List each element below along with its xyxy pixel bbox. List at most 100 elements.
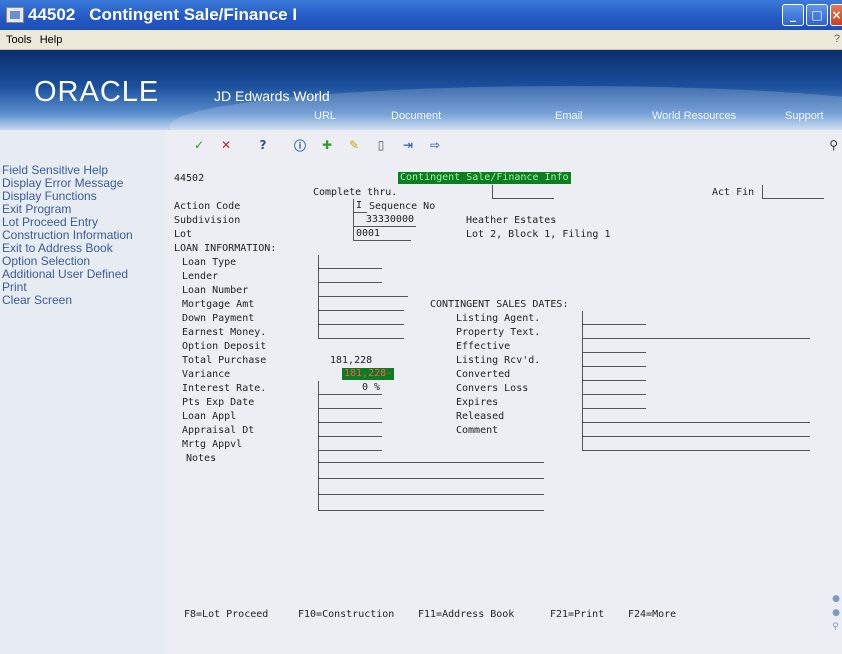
earnest-money-field[interactable]	[318, 325, 404, 339]
menu-print[interactable]: Print	[0, 281, 166, 294]
notes-field-1[interactable]	[318, 437, 544, 463]
lot-label: Lot	[174, 229, 193, 240]
action-code-label: Action Code	[174, 201, 241, 212]
interest-rate-label: Interest Rate.	[182, 383, 267, 394]
menu-clear-screen[interactable]: Clear Screen	[0, 294, 166, 307]
menu-help[interactable]: Help	[40, 34, 63, 46]
minimize-button[interactable]: _	[782, 4, 804, 26]
converted-field[interactable]	[582, 367, 646, 381]
cancel-x-icon[interactable]: ✕	[219, 138, 233, 152]
complete-thru-field[interactable]	[492, 185, 554, 199]
released-field[interactable]	[582, 409, 810, 423]
mrtg-appvl-label: Mrtg Appvl	[182, 439, 243, 450]
lot-field[interactable]: 0001	[353, 227, 411, 241]
listing-rcvd-field[interactable]	[582, 353, 646, 367]
fkey-f21[interactable]: F21=Print	[550, 609, 604, 621]
loan-info-heading: LOAN INFORMATION:	[174, 243, 277, 254]
link-url[interactable]: URL	[314, 110, 336, 122]
effective-field[interactable]	[582, 339, 646, 353]
total-purchase-label: Total Purchase	[182, 355, 267, 366]
menu-exit-address-book[interactable]: Exit to Address Book	[0, 242, 166, 255]
menu-option-selection[interactable]: Option Selection	[0, 255, 166, 268]
menu-additional-user-defined[interactable]: Additional User Defined	[0, 268, 166, 281]
down-payment-label: Down Payment	[182, 313, 255, 324]
main-form-area: ✓ ✕ ? ⓘ ✚ ✎ ▯ ⇥ ⇨ ⚲ 44502 Contingent Sal…	[166, 130, 842, 654]
side-icon-strip: ● ● ⚲	[832, 594, 840, 632]
fkey-f10[interactable]: F10=Construction	[298, 609, 394, 621]
expires-field[interactable]	[582, 395, 646, 409]
comment-field-1[interactable]	[582, 423, 810, 437]
option-deposit-label: Option Deposit	[182, 341, 267, 352]
menu-exit-program[interactable]: Exit Program	[0, 203, 166, 216]
mortgage-amt-field[interactable]	[318, 297, 404, 311]
delete-trash-icon[interactable]: ▯	[374, 138, 388, 152]
property-text-label: Property Text.	[456, 327, 541, 338]
mortgage-amt-label: Mortgage Amt	[182, 299, 255, 310]
loan-number-label: Loan Number	[182, 285, 249, 296]
convers-loss-label: Convers Loss	[456, 383, 529, 394]
info-icon[interactable]: ⓘ	[293, 138, 307, 153]
lender-field[interactable]	[318, 269, 382, 283]
menu-lot-proceed-entry[interactable]: Lot Proceed Entry	[0, 216, 166, 229]
converted-label: Converted	[456, 369, 511, 380]
link-world-resources[interactable]: World Resources	[652, 110, 736, 122]
property-text-field[interactable]	[582, 325, 810, 339]
menu-field-sensitive-help[interactable]: Field Sensitive Help	[0, 164, 166, 177]
loan-type-label: Loan Type	[182, 257, 237, 268]
down-payment-field[interactable]	[318, 311, 404, 325]
act-fin-field[interactable]	[762, 185, 824, 199]
comment-label: Comment	[456, 425, 499, 436]
help-question-icon[interactable]: ?	[256, 138, 270, 152]
close-button[interactable]: ×	[830, 4, 842, 26]
loan-type-field[interactable]	[318, 255, 382, 269]
maximize-button[interactable]: □	[806, 4, 828, 26]
ok-check-icon[interactable]: ✓	[192, 138, 206, 152]
add-plus-icon[interactable]: ✚	[320, 138, 334, 152]
nav-next-icon[interactable]: ⇨	[428, 138, 442, 152]
interest-rate-field[interactable]: 0 %	[318, 381, 382, 395]
menubar-right-icon: ?	[833, 33, 840, 45]
oracle-banner: ORACLE JD Edwards World URL Document Ema…	[0, 50, 842, 130]
fkey-f11[interactable]: F11=Address Book	[418, 609, 514, 621]
listing-rcvd-label: Listing Rcv'd.	[456, 355, 541, 366]
scroll-down-icon[interactable]: ●	[832, 608, 840, 618]
appraisal-dt-field[interactable]	[318, 423, 382, 437]
product-name: JD Edwards World	[214, 88, 330, 104]
action-code-field[interactable]: I	[353, 199, 367, 213]
scroll-up-icon[interactable]: ●	[832, 594, 840, 604]
complete-thru-label: Complete thru.	[313, 187, 398, 198]
menu-display-functions[interactable]: Display Functions	[0, 190, 166, 203]
search-icon[interactable]: ⚲	[829, 138, 838, 152]
link-email[interactable]: Email	[555, 110, 583, 122]
act-fin-label: Act Fin	[712, 187, 755, 198]
released-label: Released	[456, 411, 505, 422]
menu-construction-information[interactable]: Construction Information	[0, 229, 166, 242]
contingent-heading: CONTINGENT SALES DATES:	[430, 299, 569, 310]
menu-tools[interactable]: Tools	[6, 34, 32, 46]
notes-field-4[interactable]	[318, 495, 544, 511]
loan-appl-label: Loan Appl	[182, 411, 237, 422]
comment-field-2[interactable]	[582, 437, 810, 451]
fkey-f24[interactable]: F24=More	[628, 609, 676, 621]
listing-agent-field[interactable]	[582, 311, 646, 325]
convers-loss-field[interactable]	[582, 381, 646, 395]
menu-display-error-message[interactable]: Display Error Message	[0, 177, 166, 190]
lender-label: Lender	[182, 271, 219, 282]
variance-label: Variance	[182, 369, 231, 380]
edit-pencil-icon[interactable]: ✎	[347, 138, 361, 152]
link-document[interactable]: Document	[391, 110, 441, 122]
loan-number-field[interactable]	[318, 283, 408, 297]
pts-exp-date-field[interactable]	[318, 395, 382, 409]
loan-appl-field[interactable]	[318, 409, 382, 423]
notes-field-3[interactable]	[318, 479, 544, 495]
subdivision-field[interactable]: 33330000	[353, 213, 416, 227]
appraisal-dt-label: Appraisal Dt	[182, 425, 255, 436]
nav-forward-icon[interactable]: ⇥	[401, 138, 415, 152]
zoom-icon[interactable]: ⚲	[832, 622, 840, 632]
listing-agent-label: Listing Agent.	[456, 313, 541, 324]
link-support[interactable]: Support	[785, 110, 824, 122]
notes-field-2[interactable]	[318, 463, 544, 479]
sequence-label: Sequence No	[369, 201, 436, 212]
fkey-f8[interactable]: F8=Lot Proceed	[184, 609, 268, 621]
screen-heading: Contingent Sale/Finance Info	[398, 172, 571, 184]
